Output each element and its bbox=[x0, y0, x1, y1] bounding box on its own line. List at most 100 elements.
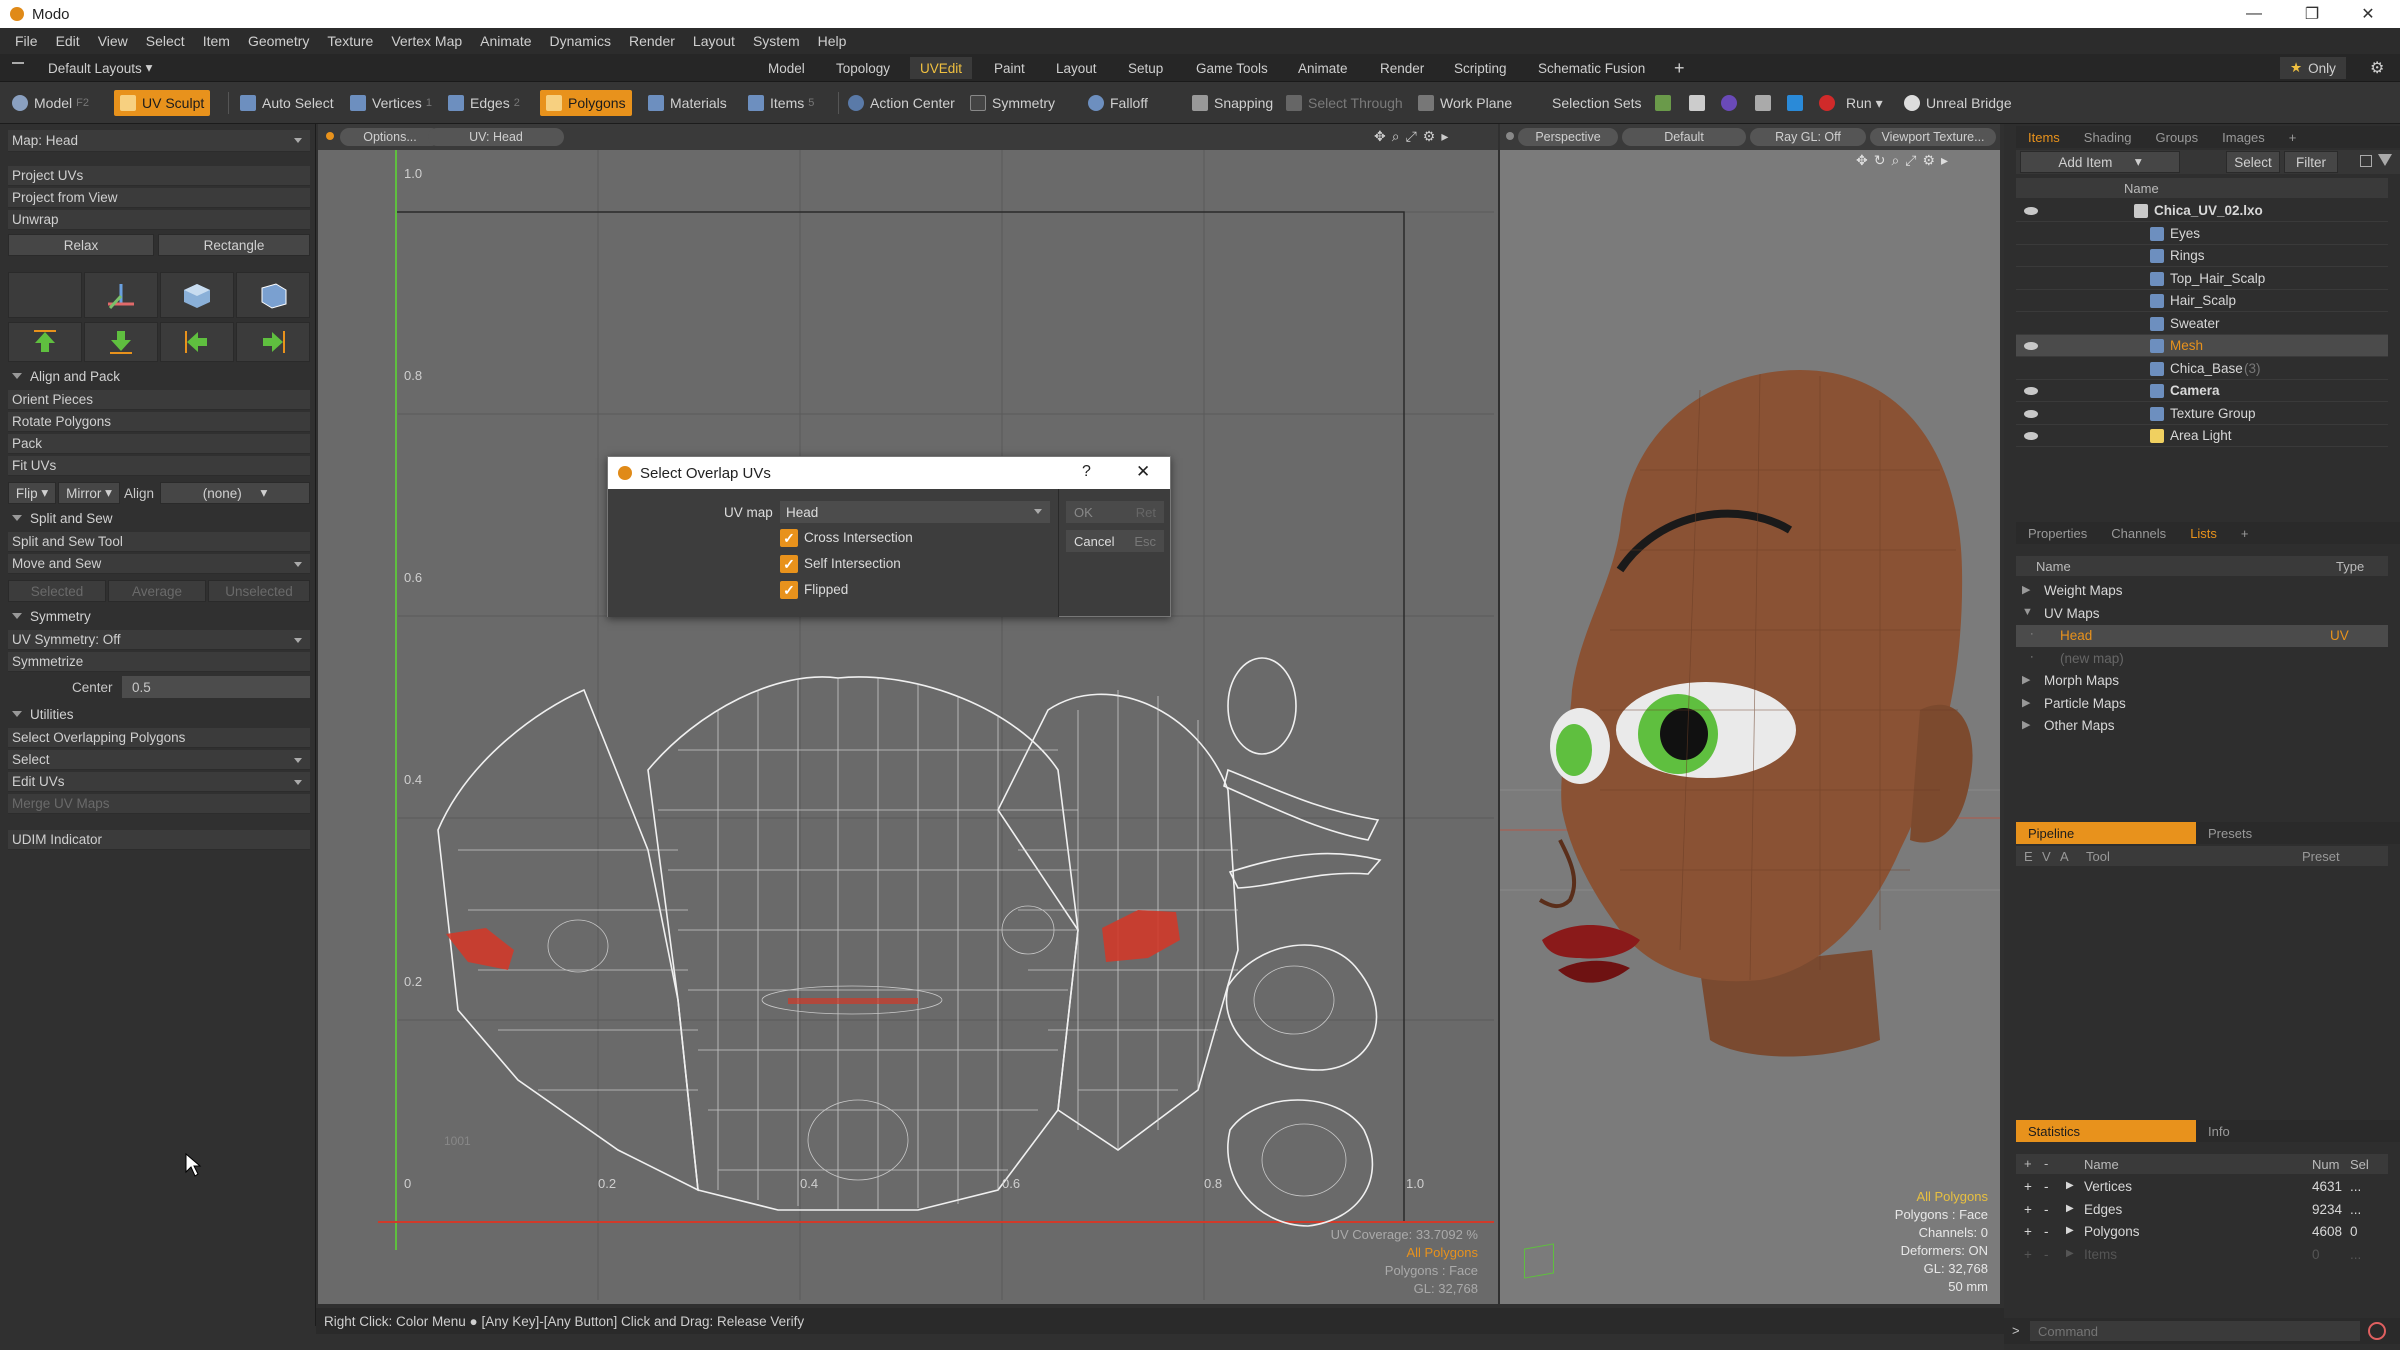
tab-uvedit[interactable]: UVEdit bbox=[910, 57, 973, 79]
visibility-eye-icon[interactable] bbox=[2024, 432, 2038, 440]
item-row[interactable]: Camera bbox=[2016, 380, 2388, 402]
materials-button[interactable]: Materials bbox=[642, 90, 733, 116]
tab-statistics[interactable]: Statistics bbox=[2016, 1120, 2196, 1142]
edit-uvs-dropdown[interactable]: Edit UVs bbox=[8, 772, 310, 792]
raygl-button[interactable]: Ray GL: Off bbox=[1750, 128, 1866, 146]
flipped-checkbox[interactable]: ✓ bbox=[780, 581, 798, 599]
orient-pieces-button[interactable]: Orient Pieces bbox=[8, 390, 310, 410]
item-row[interactable]: Eyes bbox=[2016, 223, 2388, 245]
arrow-left-icon[interactable] bbox=[160, 322, 234, 362]
falloff-button[interactable]: Falloff bbox=[1082, 90, 1154, 116]
stats-row[interactable]: + - ▶ Polygons 4608 0 bbox=[2016, 1221, 2388, 1243]
stats-arrow-icon[interactable]: ▶ bbox=[2066, 1180, 2074, 1191]
items-button[interactable]: Items 5 bbox=[742, 90, 820, 116]
expand-arrow-icon[interactable]: ▶ bbox=[2022, 673, 2030, 686]
align-and-pack-header[interactable]: Align and Pack bbox=[8, 366, 310, 386]
unwrap-button[interactable]: Unwrap bbox=[8, 210, 310, 230]
stats-collapse-icon[interactable]: - bbox=[2044, 1224, 2049, 1239]
menu-layout[interactable]: Layout bbox=[684, 33, 744, 49]
edges-button[interactable]: Edges 2 bbox=[442, 90, 526, 116]
stats-remove-icon[interactable]: - bbox=[2044, 1156, 2048, 1171]
gear-icon[interactable]: ⚙ bbox=[2360, 57, 2394, 79]
pen-tool-icon[interactable] bbox=[1652, 90, 1674, 116]
move-tool-icon[interactable] bbox=[84, 272, 158, 318]
menu-item[interactable]: Item bbox=[194, 33, 239, 49]
stats-expand-icon[interactable]: + bbox=[2024, 1247, 2032, 1262]
uv-canvas[interactable] bbox=[318, 150, 1498, 1304]
tab-properties[interactable]: Properties bbox=[2016, 522, 2099, 544]
3d-viewport[interactable]: Perspective Default Ray GL: Off Viewport… bbox=[1500, 124, 2000, 1304]
selected-button[interactable]: Selected bbox=[8, 580, 106, 602]
python-icon[interactable] bbox=[1784, 90, 1806, 116]
uv-viewport[interactable]: Options... UV: Head ✥⌕⤢⚙▸ 1.0 0.8 0.6 0.… bbox=[318, 124, 1498, 1304]
list-row[interactable]: · Head UV bbox=[2016, 625, 2388, 647]
tab-game-tools[interactable]: Game Tools bbox=[1186, 57, 1278, 79]
default-shading-button[interactable]: Default bbox=[1622, 128, 1746, 146]
relax-button[interactable]: Relax bbox=[8, 234, 154, 256]
menu-view[interactable]: View bbox=[89, 33, 137, 49]
stats-row[interactable]: + - ▶ Vertices 4631... bbox=[2016, 1176, 2388, 1198]
symmetry-button[interactable]: Symmetry bbox=[964, 90, 1061, 116]
minimize-icon[interactable]: — bbox=[2232, 0, 2276, 28]
add-panel-tab-icon[interactable]: + bbox=[2277, 126, 2309, 148]
perspective-button[interactable]: Perspective bbox=[1518, 128, 1618, 146]
grid-cube-icon[interactable] bbox=[236, 272, 310, 318]
stats-arrow-icon[interactable]: ▶ bbox=[2066, 1203, 2074, 1214]
menu-geometry[interactable]: Geometry bbox=[239, 33, 318, 49]
options-button[interactable]: Options... bbox=[340, 128, 440, 146]
menu-render[interactable]: Render bbox=[620, 33, 684, 49]
visibility-eye-icon[interactable] bbox=[2024, 387, 2038, 395]
action-center-button[interactable]: Action Center bbox=[842, 90, 961, 116]
add-lists-tab-icon[interactable]: + bbox=[2229, 522, 2261, 544]
menu-edit[interactable]: Edit bbox=[47, 33, 89, 49]
flip-dropdown[interactable]: Flip ▾ bbox=[8, 482, 56, 504]
arrow-down-icon[interactable] bbox=[84, 322, 158, 362]
split-and-sew-header[interactable]: Split and Sew bbox=[8, 508, 310, 528]
expand-arrow-icon[interactable]: ▼ bbox=[2022, 606, 2033, 618]
blank-tool-icon[interactable] bbox=[8, 272, 82, 318]
add-tab-icon[interactable]: + bbox=[1664, 57, 1695, 79]
viewport-textures-button[interactable]: Viewport Texture... bbox=[1870, 128, 1996, 146]
arrow-right-icon[interactable] bbox=[236, 322, 310, 362]
stats-collapse-icon[interactable]: - bbox=[2044, 1179, 2049, 1194]
unreal-bridge-button[interactable]: Unreal Bridge bbox=[1898, 90, 2018, 116]
expand-arrow-icon[interactable]: · bbox=[2030, 651, 2034, 663]
item-row[interactable]: Texture Group bbox=[2016, 403, 2388, 425]
item-row[interactable]: Sweater bbox=[2016, 313, 2388, 335]
menu-file[interactable]: File bbox=[6, 33, 47, 49]
expand-arrow-icon[interactable]: ▶ bbox=[2022, 583, 2030, 596]
menu-select[interactable]: Select bbox=[137, 33, 194, 49]
arrow-up-icon[interactable] bbox=[8, 322, 82, 362]
list-row[interactable]: ▼ UV Maps bbox=[2016, 603, 2388, 625]
tab-presets[interactable]: Presets bbox=[2196, 822, 2264, 844]
udim-indicator-button[interactable]: UDIM Indicator bbox=[8, 830, 310, 850]
item-row[interactable]: Mesh bbox=[2016, 335, 2388, 357]
only-button[interactable]: ★ Only bbox=[2280, 57, 2346, 79]
expand-arrow-icon[interactable]: · bbox=[2030, 628, 2034, 640]
brush-icon[interactable] bbox=[1752, 90, 1774, 116]
tab-layout[interactable]: Layout bbox=[1046, 57, 1107, 79]
average-button[interactable]: Average bbox=[108, 580, 206, 602]
viewport-dot-icon[interactable] bbox=[1506, 132, 1514, 140]
item-row[interactable]: Chica_UV_02.lxo bbox=[2016, 200, 2388, 222]
tab-shading[interactable]: Shading bbox=[2072, 126, 2144, 148]
list-row[interactable]: ▶ Particle Maps bbox=[2016, 693, 2388, 715]
split-and-sew-tool-button[interactable]: Split and Sew Tool bbox=[8, 532, 310, 552]
project-from-view-button[interactable]: Project from View bbox=[8, 188, 310, 208]
stats-row[interactable]: + - ▶ Items 0... bbox=[2016, 1244, 2388, 1266]
tab-images[interactable]: Images bbox=[2210, 126, 2277, 148]
stats-add-icon[interactable]: + bbox=[2024, 1156, 2032, 1171]
item-row[interactable]: Top_Hair_Scalp bbox=[2016, 268, 2388, 290]
tab-setup[interactable]: Setup bbox=[1118, 57, 1173, 79]
tab-channels[interactable]: Channels bbox=[2099, 522, 2178, 544]
tab-paint[interactable]: Paint bbox=[984, 57, 1035, 79]
ok-button[interactable]: OK Ret bbox=[1066, 501, 1164, 523]
tab-scripting[interactable]: Scripting bbox=[1444, 57, 1517, 79]
unselected-button[interactable]: Unselected bbox=[208, 580, 310, 602]
tab-model[interactable]: Model bbox=[758, 57, 815, 79]
items-filter-button[interactable]: Filter bbox=[2284, 151, 2338, 173]
wrench-icon[interactable] bbox=[1686, 90, 1708, 116]
layout-selector[interactable]: Default Layouts ▾ bbox=[38, 57, 162, 79]
rotate-polygons-button[interactable]: Rotate Polygons bbox=[8, 412, 310, 432]
uv-map-label[interactable]: UV: Head bbox=[428, 128, 564, 146]
